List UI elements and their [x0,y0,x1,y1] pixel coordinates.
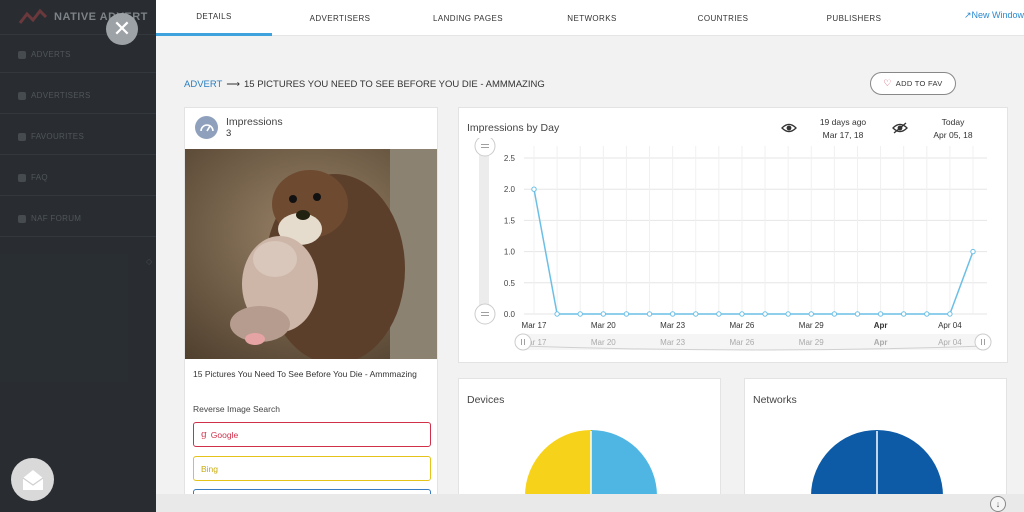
data-point[interactable] [785,311,791,317]
bing-label: Bing [201,463,219,474]
scroll-down-button[interactable]: ↓ [990,496,1006,512]
tab-networks[interactable]: NETWORKS [534,0,650,36]
google-search-button[interactable]: g Google [193,422,431,447]
heart-icon: ♡ [883,78,892,88]
data-point[interactable] [646,311,653,317]
impressions-line-chart: 0.0 0.5 1.0 1.5 2.0 2.5 Mar 17 Mar 20 Mar 23 Mar … [474,138,992,351]
impressions-label: Impressions [226,116,283,128]
navigator-handle[interactable] [514,333,532,351]
networks-pie-chart [811,430,943,511]
data-point[interactable] [970,248,976,255]
x-tick-label: Mar 26 [729,321,754,330]
add-to-fav-button[interactable]: ♡ ADD TO FAV [870,72,956,95]
close-button[interactable]: ✕ [106,13,138,45]
data-point[interactable] [623,311,630,317]
data-point[interactable] [600,311,607,317]
x-tick-label: Mar 17 [522,321,547,330]
data-point[interactable] [877,311,884,317]
eye-icon[interactable] [781,122,797,134]
data-point[interactable] [669,311,676,317]
envelope-home-icon [22,469,43,490]
navigator-label: Mar 26 [729,338,754,347]
advert-image[interactable] [185,149,437,359]
impressions-card: Impressions 3 15 Pictures You Need To Se… [184,107,438,512]
impressions-value: 3 [226,128,232,139]
data-point[interactable] [693,311,699,317]
arrow-down-icon: ↓ [995,499,1001,509]
impressions-by-day-card: Impressions by Day 19 days ago Mar 17, 1… [458,107,1008,363]
tab-countries[interactable]: COUNTRIES [665,0,781,36]
tab-advertisers[interactable]: ADVERTISERS [282,0,398,36]
data-point[interactable] [739,311,745,317]
navigator-label: Mar 29 [799,338,824,347]
data-point[interactable] [900,311,907,317]
data-point[interactable] [554,311,560,317]
navigator-label: Mar 20 [591,338,616,347]
tab-publishers[interactable]: PUBLISHERS [796,0,912,36]
navigator-label: Apr 04 [938,338,962,347]
navigator-label: Mar 23 [660,338,685,347]
tab-bar: DETAILS ADVERTISERS LANDING PAGES NETWOR… [156,0,1024,36]
breadcrumb-root[interactable]: ADVERT [184,79,222,90]
y-tick-label: 2.5 [504,154,516,163]
data-point[interactable] [831,311,838,317]
y-tick-label: 0.0 [504,310,516,319]
y-tick-label: 0.5 [504,279,516,288]
breadcrumb: ADVERT ⟶ 15 PICTURES YOU NEED TO SEE BEF… [184,79,545,90]
x-tick-label: Mar 20 [591,321,616,330]
x-tick-label: Apr [874,321,888,330]
main-panel: DETAILS ADVERTISERS LANDING PAGES NETWOR… [156,0,1024,512]
range-end-relative: Today [941,117,965,127]
reverse-image-search-label: Reverse Image Search [193,404,280,414]
data-point[interactable] [577,311,583,317]
y-tick-label: 2.0 [504,185,516,194]
gauge-icon [195,116,218,139]
navigator-handle[interactable] [974,333,992,351]
y-tick-label: 1.0 [504,248,516,257]
tab-landing-pages[interactable]: LANDING PAGES [410,0,526,36]
data-point[interactable] [947,311,953,317]
devices-card: Devices [458,378,721,512]
bing-search-button[interactable]: Bing [193,456,431,481]
page-title: 15 PICTURES YOU NEED TO SEE BEFORE YOU D… [244,79,545,90]
zoom-track [479,144,489,316]
arrow-right-icon: ⟶ [226,79,240,90]
x-tick-label: Mar 23 [660,321,685,330]
add-to-fav-label: ADD TO FAV [895,79,943,88]
new-window-label: New Window [971,10,1024,20]
networks-card: Networks [744,378,1007,512]
devices-pie-chart [525,430,657,511]
x-tick-label: Apr 04 [938,321,962,330]
home-button[interactable] [11,458,54,501]
bottom-bar: ↓ [156,494,1024,512]
google-icon: g [201,429,207,440]
x-tick-label: Mar 29 [799,321,824,330]
y-tick-label: 1.5 [504,216,516,225]
data-point[interactable] [808,311,814,317]
data-point[interactable] [854,311,861,317]
range-start-relative: 19 days ago [819,117,867,127]
navigator-label: Apr [874,338,888,347]
data-point[interactable] [762,311,768,317]
new-window-link[interactable]: ↗New Window [964,10,1024,21]
data-point[interactable] [716,311,722,317]
advert-caption: 15 Pictures You Need To See Before You D… [193,369,417,379]
zoom-handle[interactable] [474,303,496,325]
tab-details[interactable]: DETAILS [156,0,272,36]
eye-slash-icon[interactable] [892,122,908,134]
close-icon: ✕ [112,16,132,41]
data-point[interactable] [531,186,537,192]
google-label: Google [210,429,239,440]
chart-title: Impressions by Day [467,122,560,134]
sidebar-dim-overlay [0,0,156,512]
zoom-handle[interactable] [474,138,496,157]
data-point[interactable] [924,311,930,317]
